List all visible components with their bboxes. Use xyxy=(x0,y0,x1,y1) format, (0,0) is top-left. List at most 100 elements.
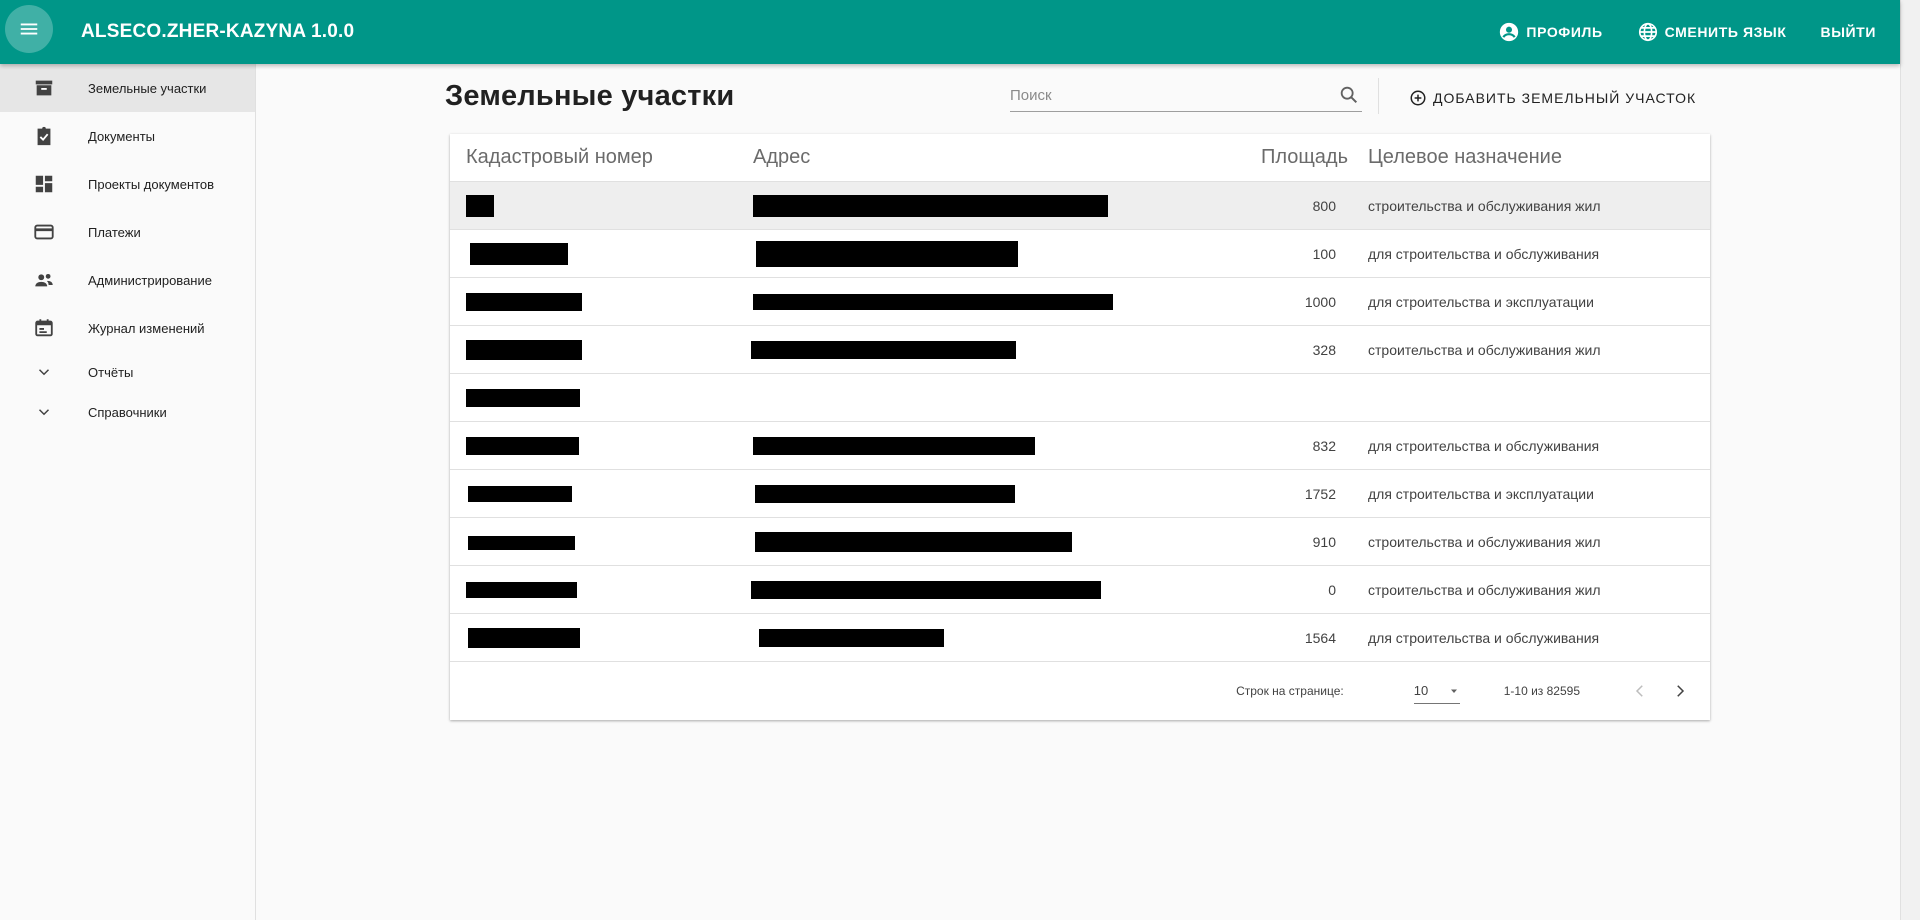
account-circle-icon xyxy=(1500,22,1519,42)
rows-per-page-value: 10 xyxy=(1413,683,1429,698)
next-page-button[interactable] xyxy=(1660,671,1700,711)
sidebar-item-label: Документы xyxy=(88,128,156,144)
profile-label: ПРОФИЛЬ xyxy=(1526,24,1603,40)
table-row[interactable]: 832 для строительства и обслуживания xyxy=(450,422,1710,470)
purpose-cell: строительства и обслуживания жил xyxy=(1368,533,1601,550)
chevron-left-icon xyxy=(1635,685,1643,697)
sidebar-item-change-log[interactable]: Журнал изменений xyxy=(0,304,255,352)
table-row[interactable] xyxy=(450,374,1710,422)
purpose-cell: строительства и обслуживания жил xyxy=(1368,197,1601,214)
page-title: Земельные участки xyxy=(445,80,735,112)
rows-per-page-select[interactable]: 10 xyxy=(1413,678,1460,704)
purpose-cell: для строительства и эксплуатации xyxy=(1368,485,1594,502)
chevron-down-icon xyxy=(32,360,56,384)
redacted-cadastral-number xyxy=(466,292,582,311)
table-row[interactable]: 1000 для строительства и эксплуатации xyxy=(450,278,1710,326)
purpose-cell: строительства и обслуживания жил xyxy=(1368,341,1601,358)
purpose-cell: для строительства и обслуживания xyxy=(1368,437,1600,454)
window-scrollbar[interactable] xyxy=(1900,0,1920,920)
table-row[interactable]: 328 строительства и обслуживания жил xyxy=(450,326,1710,374)
table-row[interactable]: 800 строительства и обслуживания жил xyxy=(450,182,1710,230)
redacted-address xyxy=(759,628,944,647)
sidebar-item-payments[interactable]: Платежи xyxy=(0,208,255,256)
toolbar-divider xyxy=(1378,78,1379,114)
table-row[interactable]: 100 для строительства и обслуживания xyxy=(450,230,1710,278)
sidebar-group-reports[interactable]: Отчёты xyxy=(0,352,255,392)
assignment-check-icon xyxy=(32,124,56,148)
land-plots-table: Кадастровый номер Адрес Площадь Целевое … xyxy=(450,134,1710,720)
archive-icon xyxy=(32,76,56,100)
sidebar-item-label: Администрирование xyxy=(88,272,212,288)
change-language-button[interactable]: СМЕНИТЬ ЯЗЫК xyxy=(1637,21,1787,43)
area-cell: 832 xyxy=(1312,437,1336,454)
calendar-icon xyxy=(32,316,56,340)
menu-button[interactable] xyxy=(5,5,53,53)
add-land-plot-label: ДОБАВИТЬ ЗЕМЕЛЬНЫЙ УЧАСТОК xyxy=(1433,90,1697,106)
redacted-address xyxy=(756,240,1018,267)
area-cell: 1000 xyxy=(1304,293,1336,310)
people-icon xyxy=(32,268,56,292)
dashboard-icon xyxy=(32,172,56,196)
sidebar: Земельные участки Документы Проекты доку… xyxy=(0,64,256,920)
sidebar-item-label: Платежи xyxy=(88,224,141,240)
change-language-label: СМЕНИТЬ ЯЗЫК xyxy=(1664,24,1787,40)
table-row[interactable]: 1564 для строительства и обслуживания xyxy=(450,614,1710,662)
table-row[interactable]: 910 строительства и обслуживания жил xyxy=(450,518,1710,566)
redacted-address xyxy=(753,436,1035,455)
redacted-address xyxy=(751,580,1101,599)
sidebar-item-land-plots[interactable]: Земельные участки xyxy=(0,64,255,112)
redacted-address xyxy=(755,484,1015,503)
app-bar: ALSECO.ZHER-KAZYNA 1.0.0 ПРОФИЛЬ СМЕНИТЬ… xyxy=(0,0,1900,64)
redacted-cadastral-number xyxy=(468,535,575,550)
sidebar-item-label: Отчёты xyxy=(88,364,134,380)
sidebar-item-administration[interactable]: Администрирование xyxy=(0,256,255,304)
sidebar-item-label: Справочники xyxy=(88,404,167,420)
profile-button[interactable]: ПРОФИЛЬ xyxy=(1498,21,1602,43)
sidebar-item-label: Журнал изменений xyxy=(88,320,205,336)
logout-button[interactable]: ВЫЙТИ xyxy=(1821,24,1877,40)
column-header-address[interactable]: Адрес xyxy=(745,146,1188,169)
column-header-area[interactable]: Площадь xyxy=(1188,146,1368,169)
previous-page-button[interactable] xyxy=(1620,671,1660,711)
area-cell: 910 xyxy=(1312,533,1336,550)
globe-icon xyxy=(1638,22,1657,42)
purpose-cell: для строительства и обслуживания xyxy=(1368,629,1600,646)
sidebar-item-document-projects[interactable]: Проекты документов xyxy=(0,160,255,208)
dropdown-arrow-icon xyxy=(1450,689,1457,693)
redacted-cadastral-number xyxy=(466,582,577,599)
table-header: Кадастровый номер Адрес Площадь Целевое … xyxy=(450,134,1710,182)
search-box xyxy=(1010,80,1362,112)
redacted-cadastral-number xyxy=(466,194,494,217)
sidebar-group-directories[interactable]: Справочники xyxy=(0,392,255,432)
redacted-cadastral-number xyxy=(468,486,572,503)
menu-icon xyxy=(20,23,38,35)
redacted-cadastral-number xyxy=(468,627,580,648)
table-pagination: Строк на странице: 10 1-10 из 82595 xyxy=(450,662,1710,720)
area-cell: 100 xyxy=(1312,245,1336,262)
purpose-cell: для строительства и обслуживания xyxy=(1368,245,1600,262)
area-cell: 800 xyxy=(1312,197,1336,214)
redacted-address xyxy=(755,531,1072,552)
chevron-down-icon xyxy=(32,400,56,424)
add-land-plot-button[interactable]: ДОБАВИТЬ ЗЕМЕЛЬНЫЙ УЧАСТОК xyxy=(1409,84,1696,112)
search-icon[interactable] xyxy=(1338,84,1360,106)
app-title: ALSECO.ZHER-KAZYNA 1.0.0 xyxy=(81,21,355,42)
rows-per-page-label: Строк на странице: xyxy=(1236,684,1344,698)
search-input[interactable] xyxy=(1010,80,1320,110)
redacted-cadastral-number xyxy=(466,339,582,360)
pagination-range: 1-10 из 82595 xyxy=(1503,684,1580,698)
area-cell: 1564 xyxy=(1304,629,1336,646)
purpose-cell: для строительства и эксплуатации xyxy=(1368,293,1594,310)
area-cell: 328 xyxy=(1312,341,1336,358)
add-circle-icon xyxy=(1410,90,1426,106)
credit-card-icon xyxy=(32,220,56,244)
sidebar-item-documents[interactable]: Документы xyxy=(0,112,255,160)
column-header-cadastral[interactable]: Кадастровый номер xyxy=(450,146,745,169)
redacted-cadastral-number xyxy=(470,242,568,265)
table-row[interactable]: 1752 для строительства и эксплуатации xyxy=(450,470,1710,518)
table-row[interactable]: 0 строительства и обслуживания жил xyxy=(450,566,1710,614)
redacted-cadastral-number xyxy=(466,388,580,407)
area-cell: 0 xyxy=(1328,581,1336,598)
column-header-purpose[interactable]: Целевое назначение xyxy=(1368,146,1710,169)
redacted-cadastral-number xyxy=(466,436,579,455)
